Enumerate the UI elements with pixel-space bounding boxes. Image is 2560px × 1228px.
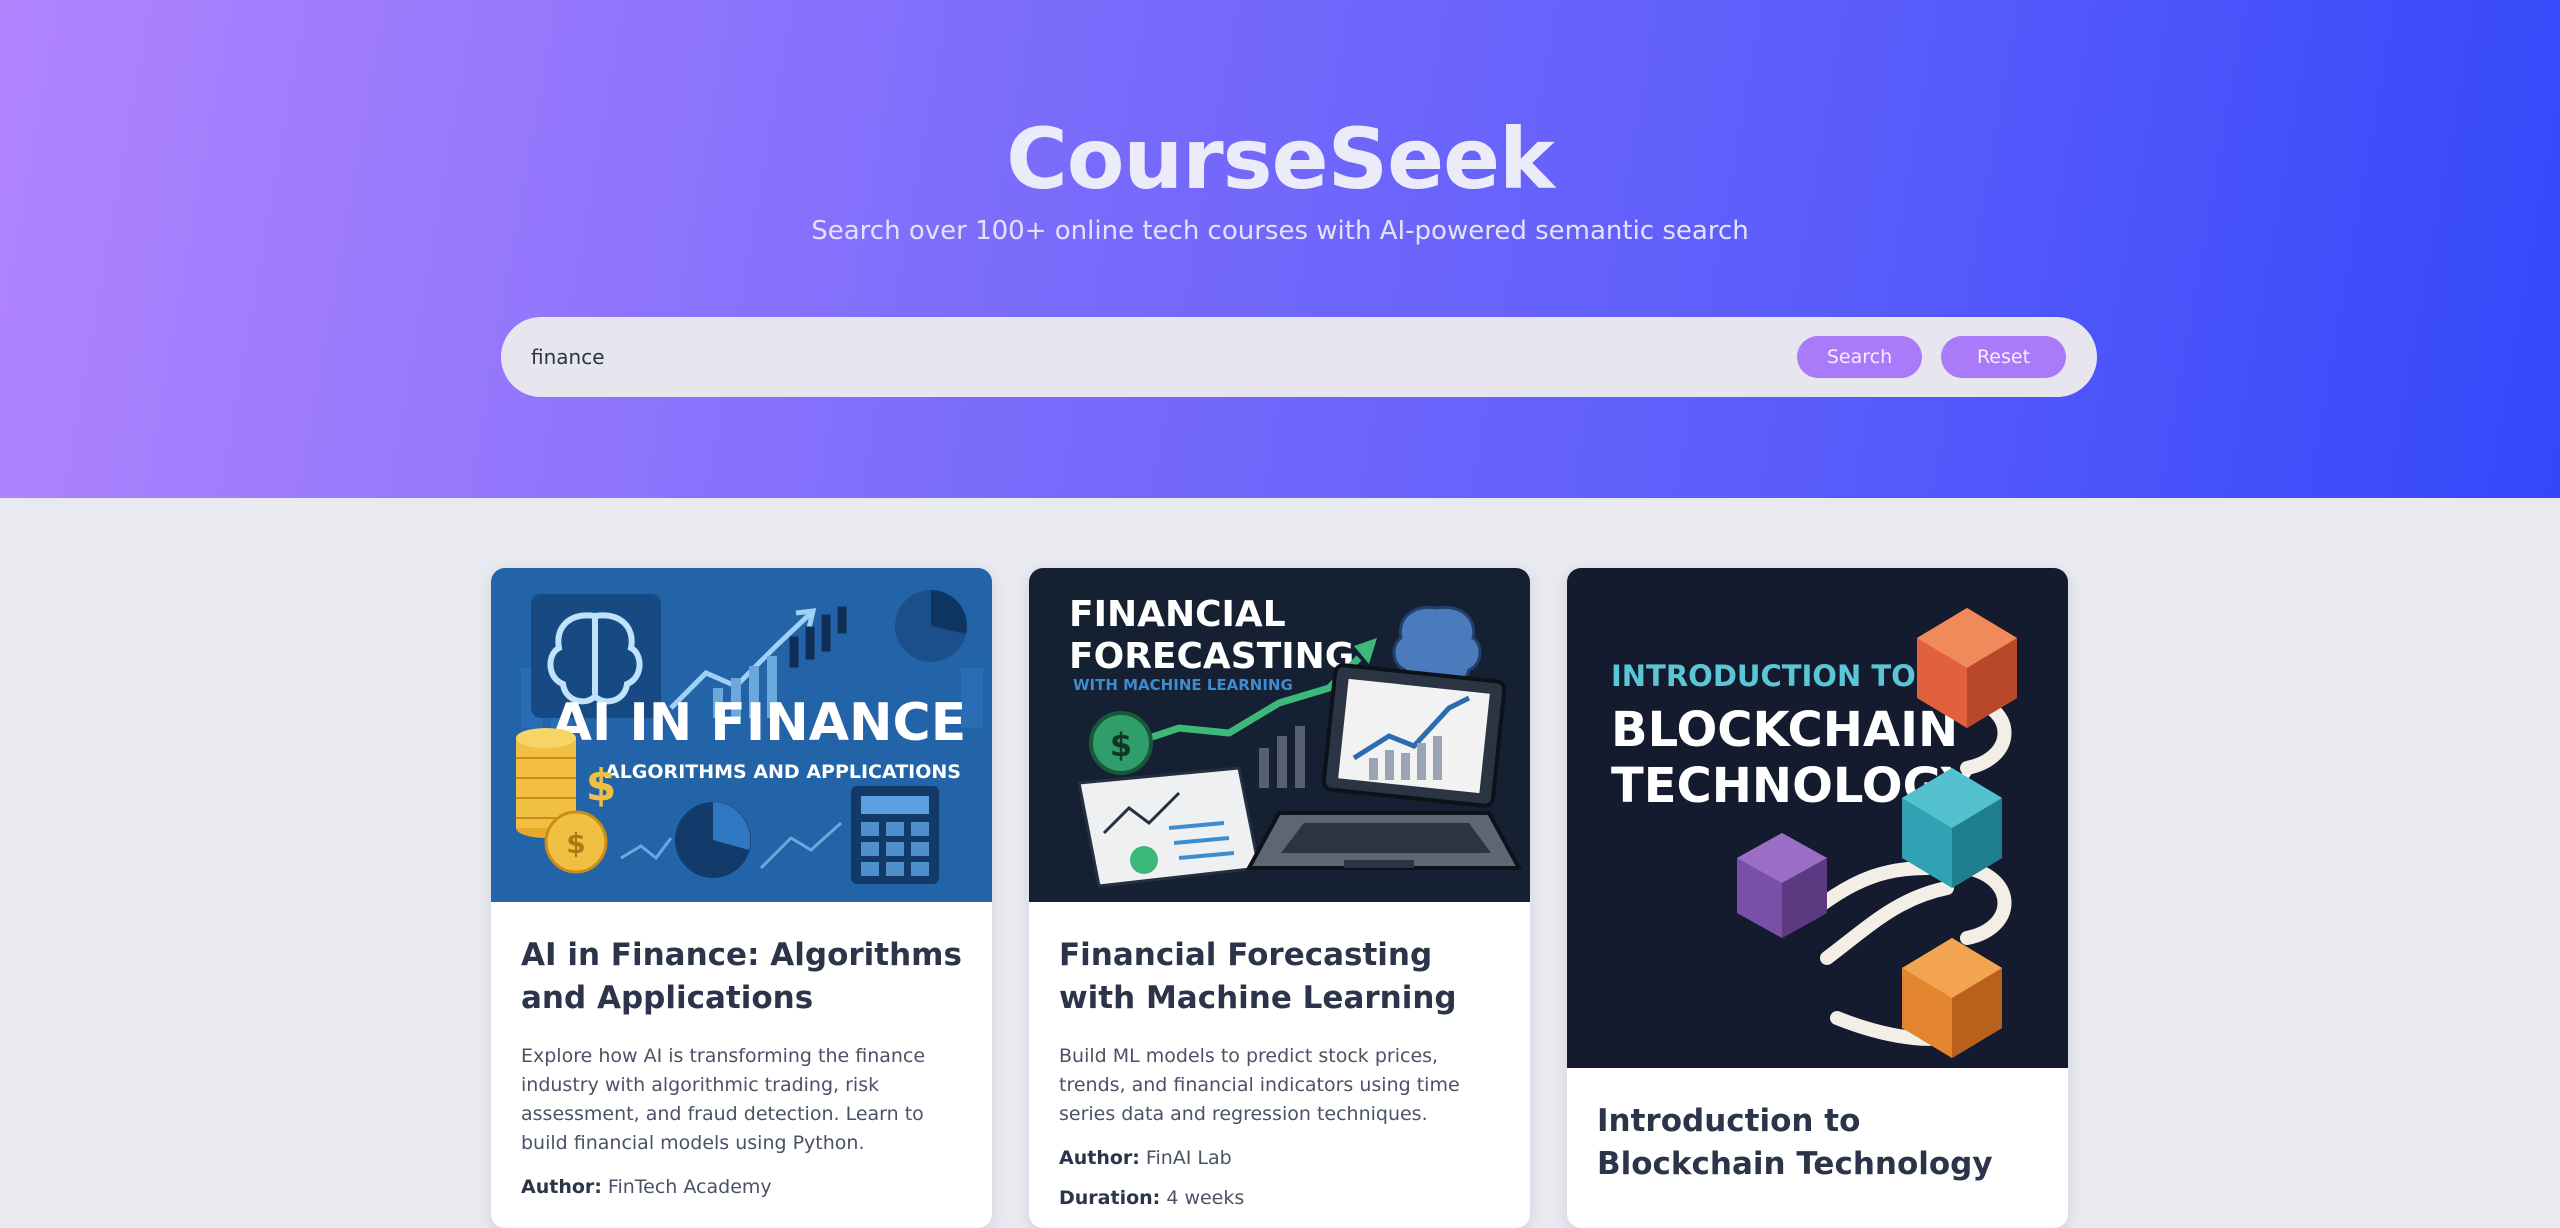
course-card[interactable]: FINANCIAL FORECASTING WITH MACHINE LEARN… (1029, 568, 1530, 1228)
hero-banner: CourseSeek Search over 100+ online tech … (0, 0, 2560, 498)
search-bar: Search Reset (501, 317, 2097, 397)
course-thumbnail: INTRODUCTION TO BLOCKCHAIN TECHNOLOGY (1567, 568, 2068, 1068)
course-description: Build ML models to predict stock prices,… (1059, 1045, 1460, 1125)
author-value: FinAI Lab (1145, 1147, 1232, 1169)
search-button[interactable]: Search (1797, 336, 1922, 378)
author-value: FinTech Academy (607, 1176, 772, 1198)
reset-button[interactable]: Reset (1941, 336, 2066, 378)
author-label: Author: (1059, 1147, 1140, 1169)
course-author: Author: FinTech Academy (521, 1176, 962, 1198)
course-title[interactable]: Financial Forecasting with Machine Learn… (1059, 934, 1500, 1020)
svg-text:$: $ (566, 827, 585, 860)
course-title[interactable]: Introduction to Blockchain Technology (1597, 1100, 2038, 1186)
thumbnail-headline-2: BLOCKCHAIN (1611, 702, 1958, 758)
app-title: CourseSeek (1006, 110, 1555, 208)
course-title[interactable]: AI in Finance: Algorithms and Applicatio… (521, 934, 962, 1020)
thumbnail-headline: FINANCIAL (1069, 594, 1286, 635)
thumbnail-subheadline: WITH MACHINE LEARNING (1073, 676, 1293, 694)
app-tagline: Search over 100+ online tech courses wit… (811, 216, 1749, 246)
course-thumbnail: FINANCIAL FORECASTING WITH MACHINE LEARN… (1029, 568, 1530, 902)
course-author: Author: FinAI Lab (1059, 1147, 1500, 1169)
report-document (1077, 766, 1261, 888)
thumbnail-headline: INTRODUCTION TO (1611, 659, 1916, 693)
search-input[interactable] (531, 337, 1731, 377)
card-body: AI in Finance: Algorithms and Applicatio… (521, 934, 962, 1198)
thumbnail-subheadline: ALGORITHMS AND APPLICATIONS (605, 761, 961, 783)
svg-text:$: $ (586, 760, 617, 811)
course-card[interactable]: AI IN FINANCE ALGORITHMS AND APPLICATION… (491, 568, 992, 1228)
course-thumbnail: AI IN FINANCE ALGORITHMS AND APPLICATION… (491, 568, 992, 902)
calculator-icon (851, 786, 939, 884)
thumbnail-headline-2: FORECASTING (1069, 636, 1354, 677)
course-description: Explore how AI is transforming the finan… (521, 1045, 926, 1154)
duration-value: 4 weeks (1166, 1187, 1245, 1209)
card-body: Introduction to Blockchain Technology (1597, 1100, 2038, 1186)
svg-text:$: $ (1110, 726, 1132, 764)
course-duration: Duration: 4 weeks (1059, 1187, 1500, 1209)
duration-label: Duration: (1059, 1187, 1161, 1209)
thumbnail-headline: AI IN FINANCE (552, 693, 967, 753)
card-body: Financial Forecasting with Machine Learn… (1059, 934, 1500, 1209)
author-label: Author: (521, 1176, 602, 1198)
course-card[interactable]: INTRODUCTION TO BLOCKCHAIN TECHNOLOGY In… (1567, 568, 2068, 1228)
